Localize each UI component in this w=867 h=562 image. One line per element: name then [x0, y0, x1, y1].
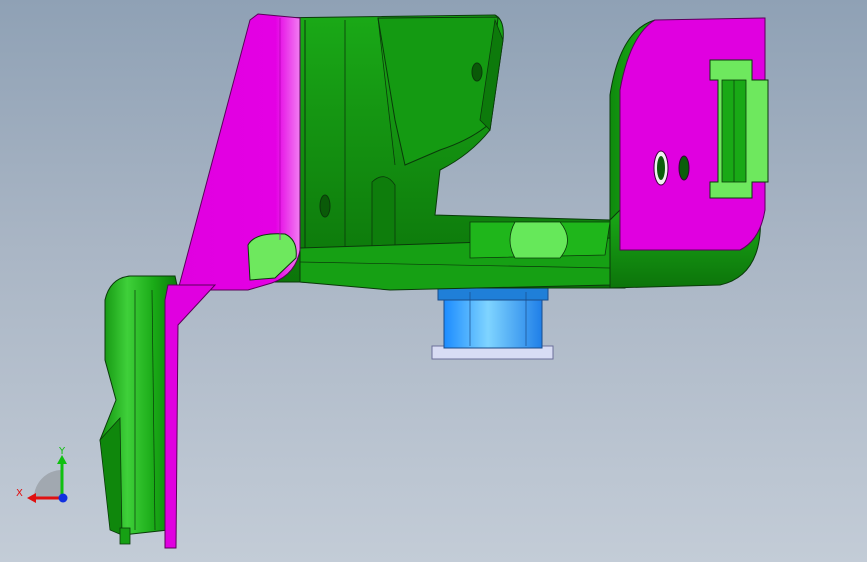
coordinate-triad: Y X — [16, 446, 68, 503]
left-leg[interactable] — [99, 275, 217, 549]
left-magenta-face[interactable] — [177, 13, 301, 291]
x-axis-label: X — [16, 488, 23, 499]
graphics-viewport[interactable]: Y X — [0, 0, 867, 562]
z-axis-dot — [58, 493, 68, 503]
right-bracket[interactable] — [609, 17, 769, 289]
3d-model-part[interactable]: Y X — [0, 0, 867, 562]
main-green-body[interactable] — [267, 14, 626, 291]
blue-boss[interactable] — [431, 287, 554, 360]
y-axis-label: Y — [58, 446, 66, 457]
x-axis-arrowhead — [27, 493, 36, 503]
triad-plane-indicator — [34, 470, 62, 498]
